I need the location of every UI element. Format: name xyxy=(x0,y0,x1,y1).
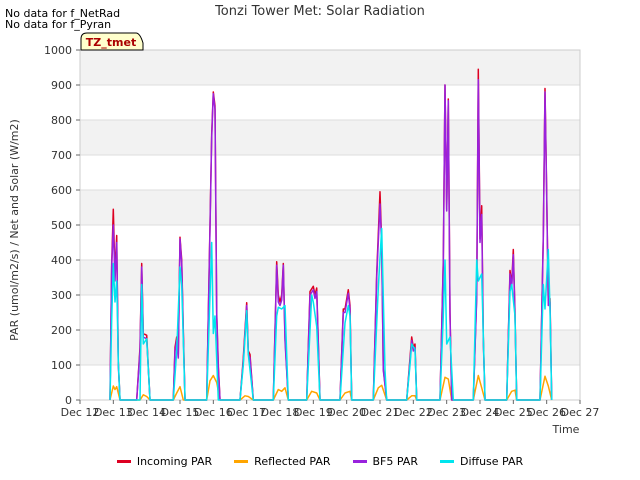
y-tick-label: 200 xyxy=(51,324,72,337)
y-tick-label: 600 xyxy=(51,184,72,197)
grid-band xyxy=(80,155,580,190)
legend-label: Incoming PAR xyxy=(136,454,213,468)
y-tick-label: 100 xyxy=(51,359,72,372)
grid-band xyxy=(80,330,580,365)
legend-label: Reflected PAR xyxy=(254,454,331,468)
grid-band xyxy=(80,365,580,400)
grid-band xyxy=(80,260,580,295)
y-tick-label: 1000 xyxy=(44,44,72,57)
y-tick-label: 300 xyxy=(51,289,72,302)
legend-swatch xyxy=(439,459,454,463)
grid-band xyxy=(80,85,580,120)
legend-swatch xyxy=(352,459,367,463)
y-tick-label: 500 xyxy=(51,219,72,232)
legend-swatch xyxy=(116,459,131,463)
y-tick-label: 700 xyxy=(51,149,72,162)
grid-band xyxy=(80,225,580,260)
legend-item: Incoming PAR xyxy=(116,452,213,470)
legend-label: BF5 PAR xyxy=(372,454,418,468)
grid-band xyxy=(80,50,580,85)
grid-band xyxy=(80,295,580,330)
chart-legend: Incoming PAR Reflected PAR BF5 PAR Diffuse … xyxy=(0,452,640,470)
grid-band xyxy=(80,190,580,225)
solar-radiation-chart: 01002003004005006007008009001000 Dec 12D… xyxy=(8,4,600,436)
legend-swatch xyxy=(234,459,249,463)
x-tick-label: Dec 27 xyxy=(561,406,600,419)
chart-title: Tonzi Tower Met: Solar Radiation xyxy=(214,4,425,19)
legend-item: Reflected PAR xyxy=(234,452,331,470)
x-axis-label: Time xyxy=(552,423,580,436)
annotation-label: TZ_tmet xyxy=(86,36,136,49)
y-tick-label: 400 xyxy=(51,254,72,267)
grid-band xyxy=(80,120,580,155)
legend-label: Diffuse PAR xyxy=(459,454,524,468)
y-tick-label: 800 xyxy=(51,114,72,127)
y-tick-label: 900 xyxy=(51,79,72,92)
annotation-box: TZ_tmet xyxy=(80,32,144,51)
y-axis-label: PAR (umol/m2/s) / Net and Solar (W/m2) xyxy=(8,119,21,341)
legend-item: Diffuse PAR xyxy=(439,452,524,470)
legend-item: BF5 PAR xyxy=(352,452,418,470)
